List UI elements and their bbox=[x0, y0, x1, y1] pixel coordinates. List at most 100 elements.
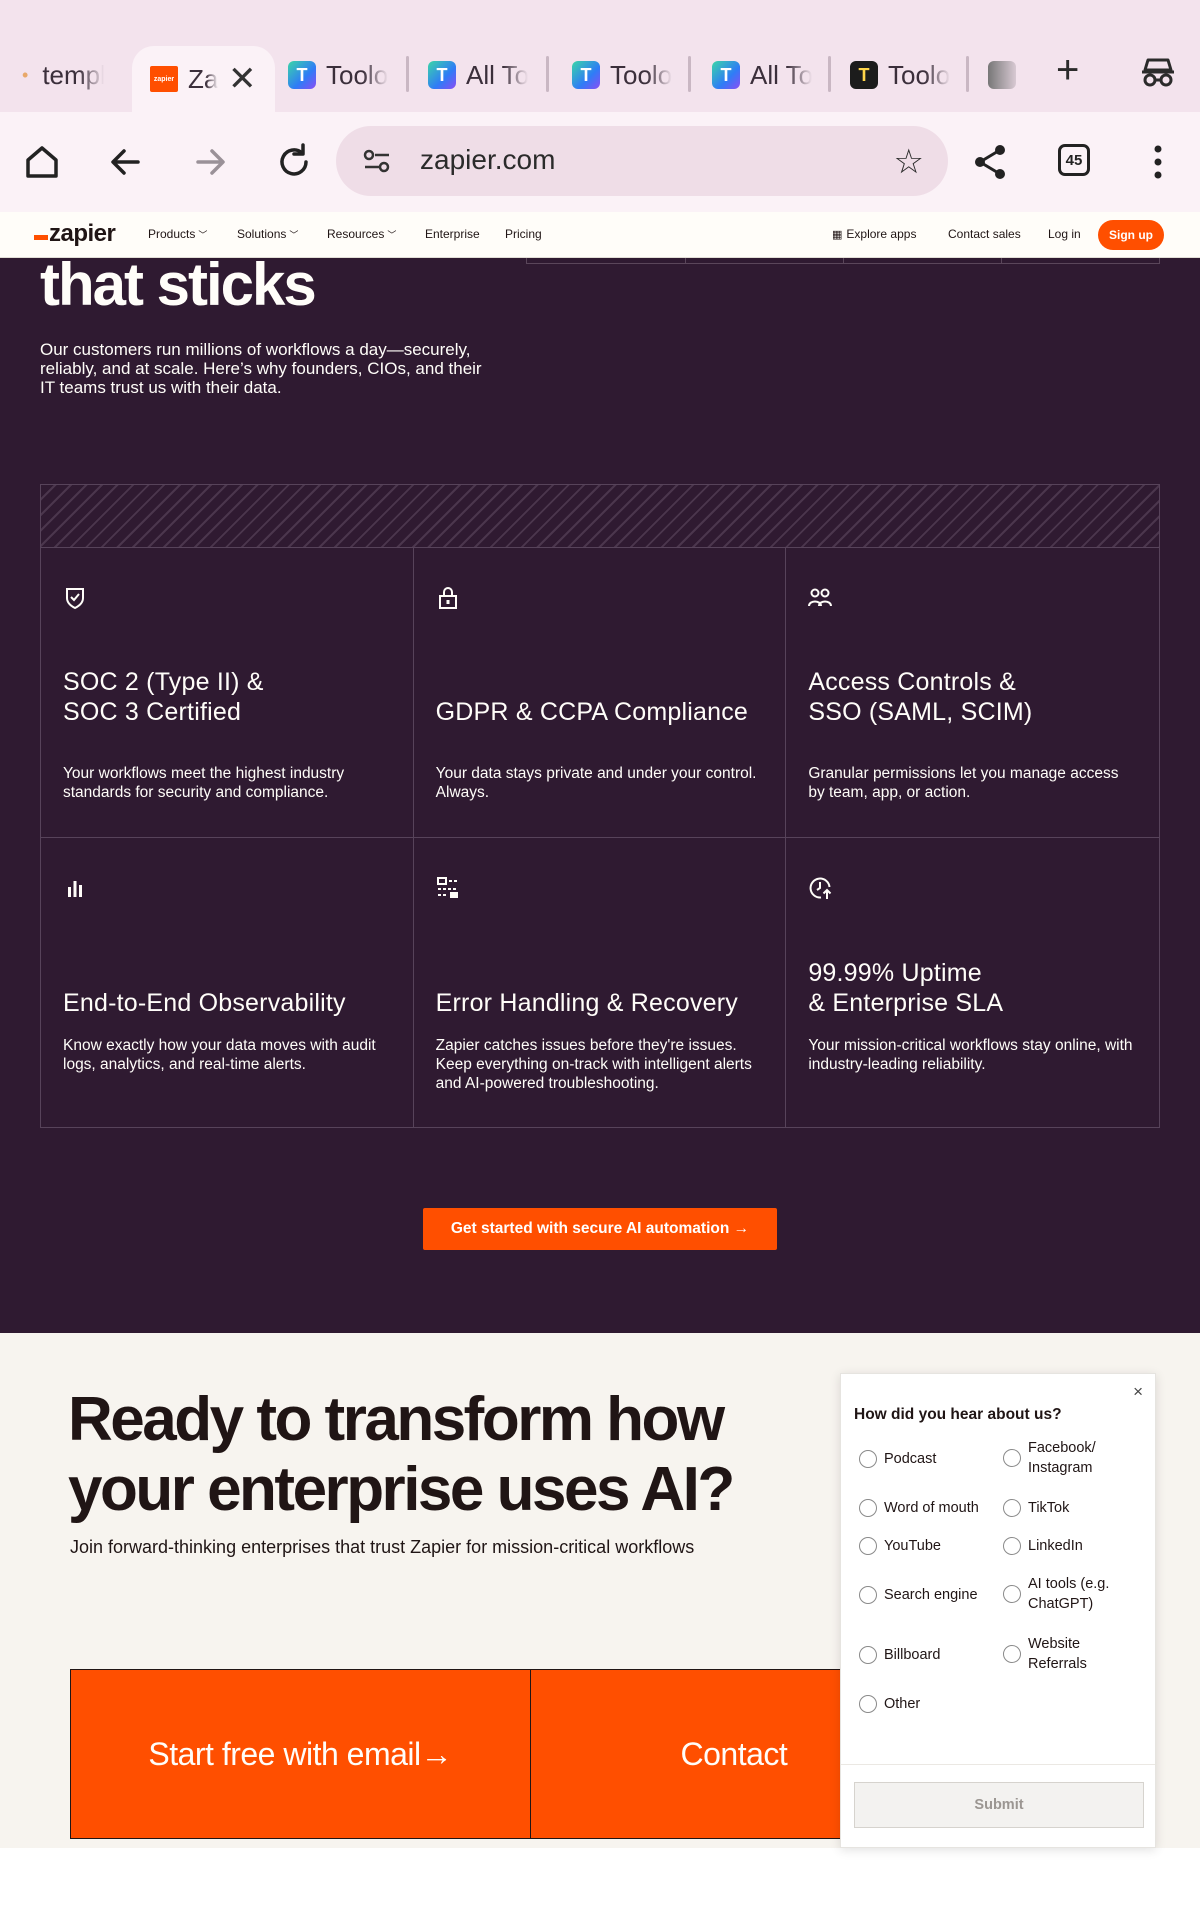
radio-button[interactable] bbox=[1003, 1537, 1021, 1555]
survey-option[interactable]: Facebook/ Instagram bbox=[1003, 1438, 1143, 1478]
bar-chart-icon bbox=[68, 881, 82, 897]
nav-pricing[interactable]: Pricing bbox=[505, 227, 542, 241]
tab-close-icon[interactable]: ✕ bbox=[228, 62, 257, 96]
browser-tab[interactable]: T Toolo bbox=[288, 46, 388, 104]
shield-check-icon bbox=[66, 588, 84, 610]
nav-products[interactable]: Products ﹀ bbox=[148, 227, 207, 241]
nav-solutions[interactable]: Solutions ﹀ bbox=[237, 227, 298, 241]
nav-resources[interactable]: Resources ﹀ bbox=[327, 227, 396, 241]
radio-button[interactable] bbox=[859, 1499, 877, 1517]
feature-description: Granular permissions let you manage acce… bbox=[808, 765, 1119, 801]
browser-tab-truncated[interactable] bbox=[988, 46, 1016, 104]
survey-option[interactable]: Podcast bbox=[859, 1449, 999, 1469]
radio-button[interactable] bbox=[859, 1586, 877, 1604]
nav-explore-apps[interactable]: ▦ Explore apps bbox=[832, 227, 916, 241]
radio-button[interactable] bbox=[1003, 1449, 1021, 1467]
feature-card-gdpr: GDPR & CCPA Compliance Your data stays p… bbox=[413, 548, 787, 838]
features-grid: SOC 2 (Type II) & SOC 3 Certified Your wo… bbox=[40, 548, 1160, 1128]
feature-description: Know exactly how your data moves with au… bbox=[63, 1037, 376, 1073]
tooltab-favicon-icon: T bbox=[712, 61, 740, 89]
start-free-email-button[interactable]: Start free with email→ bbox=[71, 1670, 530, 1838]
tab-title: All To bbox=[750, 59, 812, 90]
site-settings-icon[interactable] bbox=[362, 148, 392, 174]
tab-title: Za bbox=[188, 63, 218, 94]
workflow-icon bbox=[436, 877, 458, 898]
tab-separator bbox=[406, 56, 409, 92]
page-bottom bbox=[0, 1848, 1200, 1920]
radio-button[interactable] bbox=[859, 1537, 877, 1555]
browser-tab-active[interactable]: zapier Za ✕ bbox=[132, 46, 275, 112]
feature-description: Your data stays private and under your c… bbox=[435, 765, 757, 801]
home-icon[interactable] bbox=[20, 140, 64, 184]
browser-tab-strip: • templ zapier Za ✕ T Toolo T All To T T… bbox=[0, 0, 1200, 112]
survey-option[interactable]: Word of mouth bbox=[859, 1498, 999, 1518]
browser-tab[interactable]: T Toolo bbox=[850, 46, 950, 104]
survey-option[interactable]: TikTok bbox=[1003, 1498, 1143, 1518]
feature-description: Your workflows meet the highest industry… bbox=[63, 765, 345, 801]
trust-section: that sticks Our customers run millions o… bbox=[0, 251, 1200, 1333]
survey-option[interactable]: Search engine bbox=[859, 1585, 999, 1605]
reload-icon[interactable] bbox=[272, 140, 316, 184]
survey-divider bbox=[841, 1764, 1155, 1765]
incognito-icon[interactable] bbox=[1140, 56, 1176, 88]
feature-title: Access Controls & SSO (SAML, SCIM) bbox=[808, 668, 1033, 726]
survey-option[interactable]: YouTube bbox=[859, 1536, 999, 1556]
get-started-button[interactable]: Get started with secure AI automation → bbox=[423, 1208, 777, 1250]
tab-title: templ bbox=[42, 59, 105, 90]
zapier-logo[interactable]: zapier bbox=[34, 220, 116, 248]
feature-title: End-to-End Observability bbox=[63, 989, 346, 1017]
tab-count-button[interactable]: 45 bbox=[1058, 144, 1090, 176]
url-text: zapier.com bbox=[420, 144, 556, 175]
hatched-divider bbox=[40, 484, 1160, 548]
tab-favicon-icon bbox=[988, 61, 1016, 89]
feature-description: Your mission-critical workflows stay onl… bbox=[808, 1037, 1133, 1073]
tab-title: Toolo bbox=[326, 59, 388, 90]
new-tab-icon[interactable]: + bbox=[1056, 50, 1079, 90]
browser-tab[interactable]: • templ bbox=[22, 46, 104, 104]
ready-subtitle: Join forward-thinking enterprises that t… bbox=[70, 1537, 695, 1557]
bookmark-star-icon[interactable]: ☆ bbox=[894, 142, 924, 182]
nav-enterprise[interactable]: Enterprise bbox=[425, 227, 480, 241]
feature-card-soc: SOC 2 (Type II) & SOC 3 Certified Your wo… bbox=[41, 548, 414, 838]
nav-contact-sales[interactable]: Contact sales bbox=[948, 227, 1021, 241]
survey-option[interactable]: LinkedIn bbox=[1003, 1536, 1143, 1556]
survey-option[interactable]: Billboard bbox=[859, 1645, 999, 1665]
browser-tab[interactable]: T Toolo bbox=[572, 46, 672, 104]
radio-button[interactable] bbox=[1003, 1499, 1021, 1517]
survey-popup: × How did you hear about us? Podcast Fac… bbox=[840, 1373, 1156, 1848]
feature-card-uptime: 99.99% Uptime & Enterprise SLA Your missi… bbox=[786, 838, 1159, 1128]
chevron-down-icon: ﹀ bbox=[198, 230, 208, 240]
hero-graphic-fragment bbox=[526, 258, 1160, 264]
chevron-down-icon: ﹀ bbox=[289, 230, 299, 240]
browser-tab[interactable]: T All To bbox=[712, 46, 812, 104]
radio-button[interactable] bbox=[1003, 1585, 1021, 1603]
lock-icon bbox=[438, 587, 457, 609]
radio-button[interactable] bbox=[859, 1695, 877, 1713]
survey-submit-button[interactable]: Submit bbox=[854, 1782, 1144, 1828]
nav-login[interactable]: Log in bbox=[1048, 227, 1081, 241]
ready-title: Ready to transform how your enterprise u… bbox=[68, 1385, 735, 1524]
back-icon[interactable] bbox=[104, 140, 148, 184]
tooltab-favicon-icon: T bbox=[288, 61, 316, 89]
share-icon[interactable] bbox=[968, 140, 1012, 184]
radio-button[interactable] bbox=[1003, 1645, 1021, 1663]
address-bar[interactable]: zapier.com ☆ bbox=[336, 126, 948, 196]
close-icon[interactable]: × bbox=[1133, 1382, 1143, 1402]
radio-button[interactable] bbox=[859, 1450, 877, 1468]
users-icon bbox=[808, 588, 833, 607]
survey-option[interactable]: AI tools (e.g. ChatGPT) bbox=[1003, 1574, 1143, 1614]
feature-card-error-handling: Error Handling & Recovery Zapier catches… bbox=[414, 838, 787, 1128]
survey-option[interactable]: Website Referrals bbox=[1003, 1634, 1143, 1674]
signup-button[interactable]: Sign up bbox=[1098, 220, 1164, 250]
browser-toolbar: zapier.com ☆ 45 bbox=[0, 112, 1200, 212]
more-menu-icon[interactable] bbox=[1136, 140, 1180, 184]
zapier-favicon-icon: zapier bbox=[150, 66, 178, 92]
feature-title: GDPR & CCPA Compliance bbox=[435, 698, 749, 726]
radio-button[interactable] bbox=[859, 1646, 877, 1664]
survey-option[interactable]: Other bbox=[859, 1694, 999, 1714]
feature-title: SOC 2 (Type II) & SOC 3 Certified bbox=[63, 668, 264, 726]
feature-card-access: Access Controls & SSO (SAML, SCIM) Granul… bbox=[786, 548, 1159, 838]
forward-icon[interactable] bbox=[188, 140, 232, 184]
tooltab-dark-favicon-icon: T bbox=[850, 61, 878, 89]
browser-tab[interactable]: T All To bbox=[428, 46, 528, 104]
